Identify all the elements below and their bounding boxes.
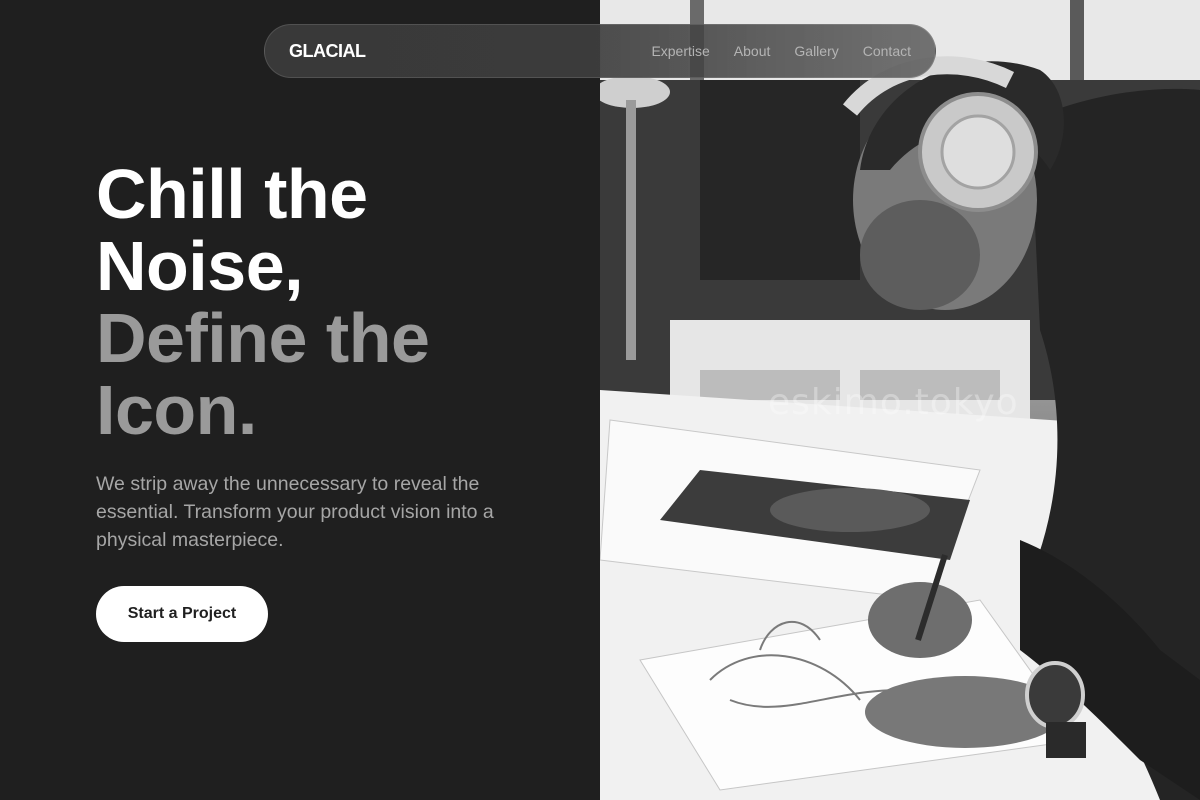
nav-link-gallery[interactable]: Gallery [794,43,838,59]
start-project-button[interactable]: Start a Project [96,586,268,642]
headline-secondary: Define the Icon. [96,299,430,449]
hero-photo: eskimo.tokyo [600,0,1200,800]
hero-subtext: We strip away the unnecessary to reveal … [96,473,494,551]
nav-link-expertise[interactable]: Expertise [651,43,709,59]
nav-link-about[interactable]: About [734,43,771,59]
brand-logo[interactable]: GLACIAL [289,41,366,62]
nav-link-contact[interactable]: Contact [863,43,911,59]
photo-watermark: eskimo.tokyo [768,382,1019,423]
top-navbar: GLACIAL Expertise About Gallery Contact [264,24,936,78]
headline-primary: Chill the Noise, [96,155,368,305]
hero-section: Chill the Noise, Define the Icon. [96,158,576,446]
nav-links: Expertise About Gallery Contact [651,43,911,59]
hero-headline: Chill the Noise, Define the Icon. [96,158,576,446]
